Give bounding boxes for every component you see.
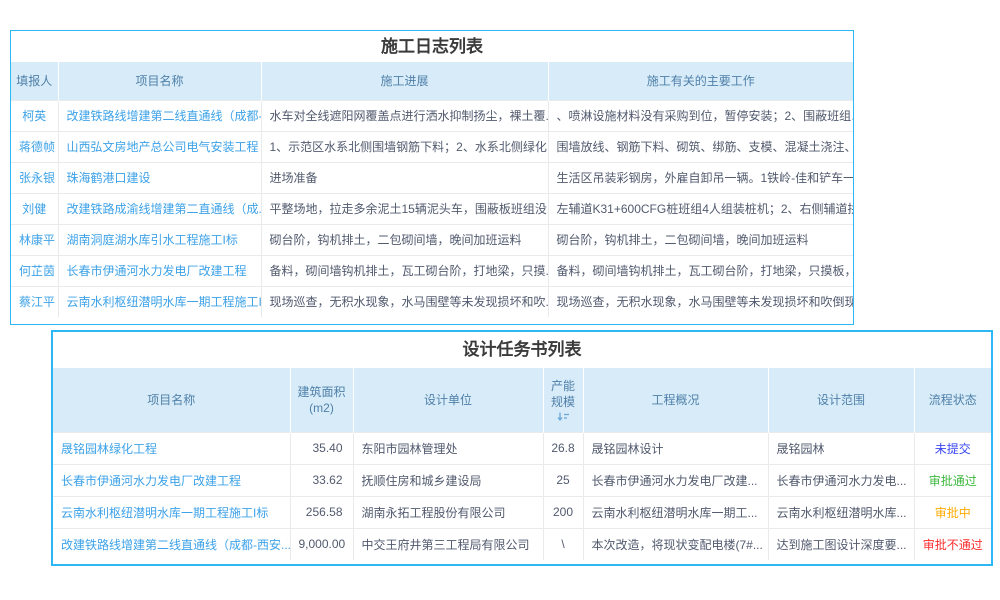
main-work-cell: 现场巡查，无积水现象，水马围壁等未发现损坏和吹倒现象 ... — [548, 286, 853, 317]
progress-cell: 备料，砌间墙钩机排土，瓦工砌台阶，打地梁，只摸... — [261, 255, 548, 286]
design-col-area: 建筑面积 (m2) — [290, 368, 353, 432]
capacity-cell: 25 — [543, 464, 583, 496]
project-link[interactable]: 山西弘文房地产总公司电气安装工程 — [58, 131, 261, 162]
scope-cell: 晟铭园林 — [768, 432, 914, 464]
designer-cell: 抚顺住房和城乡建设局 — [353, 464, 543, 496]
progress-cell: 平整场地，拉走多余泥土15辆泥头车，围蔽板班组没... — [261, 193, 548, 224]
scope-cell: 达到施工图设计深度要... — [768, 528, 914, 560]
project-link[interactable]: 改建铁路线增建第二线直通线（成都-西安... — [53, 528, 290, 560]
designer-cell: 东阳市园林管理处 — [353, 432, 543, 464]
table-row: 改建铁路线增建第二线直通线（成都-西安... 9,000.00 中交王府井第三工… — [53, 528, 991, 560]
table-row: 蒋德帧 山西弘文房地产总公司电气安装工程 1、示范区水系北侧围墙钢筋下料；2、水… — [11, 131, 853, 162]
reporter-link[interactable]: 柯英 — [11, 100, 58, 131]
table-row: 长春市伊通河水力发电厂改建工程 33.62 抚顺住房和城乡建设局 25 长春市伊… — [53, 464, 991, 496]
table-row: 蔡江平 云南水利枢纽潜明水库一期工程施工I标 现场巡查，无积水现象，水马围壁等未… — [11, 286, 853, 317]
design-col-designer: 设计单位 — [353, 368, 543, 432]
designer-cell: 中交王府井第三工程局有限公司 — [353, 528, 543, 560]
capacity-column-label: 产能规模 — [550, 378, 577, 410]
design-col-project: 项目名称 — [53, 368, 290, 432]
sort-capacity-icon[interactable] — [557, 412, 570, 421]
overview-cell: 晟铭园林设计 — [583, 432, 768, 464]
project-link[interactable]: 长春市伊通河水力发电厂改建工程 — [58, 255, 261, 286]
design-task-title: 设计任务书列表 — [53, 332, 991, 368]
reporter-link[interactable]: 蔡江平 — [11, 286, 58, 317]
table-row: 晟铭园林绿化工程 35.40 东阳市园林管理处 26.8 晟铭园林设计 晟铭园林… — [53, 432, 991, 464]
construction-log-panel: 施工日志列表 填报人 项目名称 施工进展 施工有关的主要工作 柯英 改建铁路线增… — [10, 30, 854, 325]
reporter-link[interactable]: 何芷茵 — [11, 255, 58, 286]
project-link[interactable]: 云南水利枢纽潜明水库一期工程施工I标 — [53, 496, 290, 528]
main-work-cell: 围墙放线、钢筋下料、砌筑、绑筋、支模、混凝土浇注、清... — [548, 131, 853, 162]
overview-cell: 云南水利枢纽潜明水库一期工... — [583, 496, 768, 528]
scope-cell: 长春市伊通河水力发电... — [768, 464, 914, 496]
reporter-link[interactable]: 张永银 — [11, 162, 58, 193]
project-link[interactable]: 珠海鹤港口建设 — [58, 162, 261, 193]
design-col-capacity: 产能规模 — [543, 368, 583, 432]
table-row: 云南水利枢纽潜明水库一期工程施工I标 256.58 湖南永拓工程股份有限公司 2… — [53, 496, 991, 528]
capacity-cell: 200 — [543, 496, 583, 528]
reporter-link[interactable]: 蒋德帧 — [11, 131, 58, 162]
overview-cell: 本次改造，将现状变配电楼(7#... — [583, 528, 768, 560]
project-link[interactable]: 改建铁路线增建第二线直通线（成都-... — [58, 100, 261, 131]
project-link[interactable]: 长春市伊通河水力发电厂改建工程 — [53, 464, 290, 496]
status-badge: 审批通过 — [914, 464, 991, 496]
main-work-cell: 砌台阶，钩机排土，二包砌间墙，晚间加班运料 — [548, 224, 853, 255]
log-header-row: 填报人 项目名称 施工进展 施工有关的主要工作 — [11, 62, 853, 100]
design-task-table: 项目名称 建筑面积 (m2) 设计单位 产能规模 工程概况 设计范围 流程状态 — [53, 368, 991, 560]
capacity-cell: \ — [543, 528, 583, 560]
designer-cell: 湖南永拓工程股份有限公司 — [353, 496, 543, 528]
design-col-scope: 设计范围 — [768, 368, 914, 432]
capacity-cell: 26.8 — [543, 432, 583, 464]
status-badge: 审批不通过 — [914, 528, 991, 560]
main-work-cell: 生活区吊装彩钢房，外雇自卸吊一辆。1铁岭-佳和铲车一台 — [548, 162, 853, 193]
progress-cell: 1、示范区水系北侧围墙钢筋下料；2、水系北侧绿化... — [261, 131, 548, 162]
overview-cell: 长春市伊通河水力发电厂改建... — [583, 464, 768, 496]
reporter-link[interactable]: 刘健 — [11, 193, 58, 224]
log-col-progress: 施工进展 — [261, 62, 548, 100]
progress-cell: 砌台阶，钩机排土，二包砌间墙，晚间加班运料 — [261, 224, 548, 255]
table-row: 何芷茵 长春市伊通河水力发电厂改建工程 备料，砌间墙钩机排土，瓦工砌台阶，打地梁… — [11, 255, 853, 286]
log-col-reporter: 填报人 — [11, 62, 58, 100]
design-task-panel: 设计任务书列表 项目名称 建筑面积 (m2) 设计单位 产能规模 工程概况 — [51, 330, 993, 566]
main-work-cell: 、喷淋设施材料没有采购到位，暂停安装；2、围蔽班组以货... — [548, 100, 853, 131]
table-row: 刘健 改建铁路成渝线增建第二直通线（成... 平整场地，拉走多余泥土15辆泥头车… — [11, 193, 853, 224]
table-row: 林康平 湖南洞庭湖水库引水工程施工I标 砌台阶，钩机排土，二包砌间墙，晚间加班运… — [11, 224, 853, 255]
design-header-row: 项目名称 建筑面积 (m2) 设计单位 产能规模 工程概况 设计范围 流程状态 — [53, 368, 991, 432]
progress-cell: 进场准备 — [261, 162, 548, 193]
design-col-status: 流程状态 — [914, 368, 991, 432]
construction-log-title: 施工日志列表 — [11, 31, 853, 62]
area-cell: 35.40 — [290, 432, 353, 464]
table-row: 张永银 珠海鹤港口建设 进场准备 生活区吊装彩钢房，外雇自卸吊一辆。1铁岭-佳和… — [11, 162, 853, 193]
area-cell: 256.58 — [290, 496, 353, 528]
log-col-project: 项目名称 — [58, 62, 261, 100]
project-link[interactable]: 晟铭园林绿化工程 — [53, 432, 290, 464]
project-link[interactable]: 改建铁路成渝线增建第二直通线（成... — [58, 193, 261, 224]
status-badge: 未提交 — [914, 432, 991, 464]
project-link[interactable]: 云南水利枢纽潜明水库一期工程施工I标 — [58, 286, 261, 317]
progress-cell: 现场巡查，无积水现象，水马围壁等未发现损坏和吹... — [261, 286, 548, 317]
main-work-cell: 备料，砌间墙钩机排土，瓦工砌台阶，打地梁，只摸板，砌... — [548, 255, 853, 286]
area-cell: 33.62 — [290, 464, 353, 496]
area-cell: 9,000.00 — [290, 528, 353, 560]
construction-log-table: 填报人 项目名称 施工进展 施工有关的主要工作 柯英 改建铁路线增建第二线直通线… — [11, 62, 853, 317]
log-col-main-work: 施工有关的主要工作 — [548, 62, 853, 100]
table-row: 柯英 改建铁路线增建第二线直通线（成都-... 水车对全线遮阳网覆盖点进行洒水抑… — [11, 100, 853, 131]
status-badge: 审批中 — [914, 496, 991, 528]
reporter-link[interactable]: 林康平 — [11, 224, 58, 255]
design-col-overview: 工程概况 — [583, 368, 768, 432]
progress-cell: 水车对全线遮阳网覆盖点进行洒水抑制扬尘，裸土覆... — [261, 100, 548, 131]
scope-cell: 云南水利枢纽潜明水库... — [768, 496, 914, 528]
main-work-cell: 左辅道K31+600CFG桩班组4人组装桩机；2、右侧辅道拼宽... — [548, 193, 853, 224]
project-link[interactable]: 湖南洞庭湖水库引水工程施工I标 — [58, 224, 261, 255]
